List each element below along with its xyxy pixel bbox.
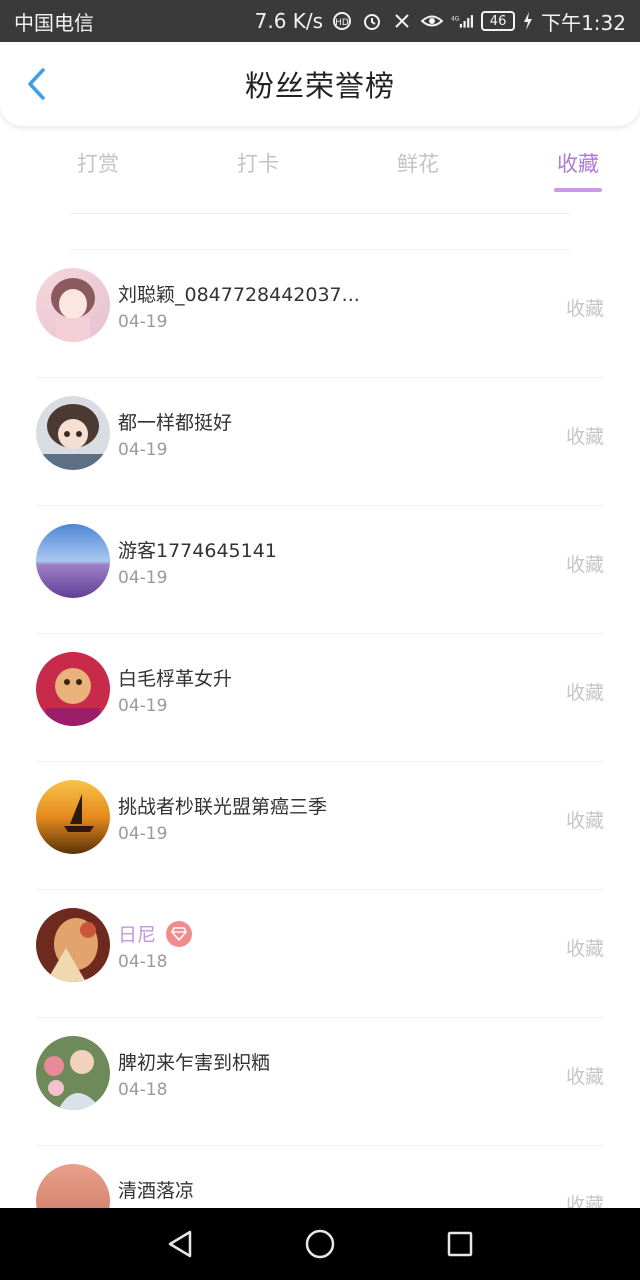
circle-home-icon <box>305 1229 335 1259</box>
page-title: 粉丝荣誉榜 <box>244 69 395 103</box>
user-name-text: 脾初来乍害到枳粞 <box>118 1052 271 1074</box>
user-name: 挑战者杪联光盟第癌三季 <box>118 792 327 819</box>
user-name: 游客1774645141 <box>118 536 277 563</box>
user-name-text: 游客1774645141 <box>118 540 277 562</box>
signal-icon: 4G <box>451 10 474 32</box>
date-label: 04-19 <box>118 312 168 332</box>
nav-back-button[interactable] <box>160 1224 200 1264</box>
alarm-icon <box>361 10 383 32</box>
avatar[interactable] <box>36 908 110 982</box>
favorite-label: 收藏 <box>565 810 604 832</box>
clock: 下午1:32 <box>541 10 626 35</box>
divider <box>70 213 570 214</box>
list-item[interactable]: 脾初来乍害到枳粞 04-18 收藏 <box>36 1018 604 1146</box>
avatar[interactable] <box>36 652 110 726</box>
user-name: 清酒落凉 <box>118 1176 194 1203</box>
tab-favorites[interactable]: 收藏 <box>516 132 640 196</box>
favorite-label: 收藏 <box>565 554 604 576</box>
date-label: 04-19 <box>118 824 168 844</box>
tab-reward[interactable]: 打赏 <box>36 132 160 196</box>
fan-list: 刘聪颖_0847728442037... 04-19 收藏 都一样都挺好 04-… <box>0 250 640 1274</box>
date-label: 04-19 <box>118 440 168 460</box>
list-item[interactable]: 白毛桴革女升 04-19 收藏 <box>36 634 604 762</box>
network-type-label: 4G <box>451 16 460 22</box>
user-name-text: 白毛桴革女升 <box>118 668 233 690</box>
user-name: 刘聪颖_0847728442037... <box>118 280 360 307</box>
diamond-badge-icon <box>166 920 193 947</box>
battery-icon: 46 <box>481 11 516 31</box>
avatar[interactable] <box>36 268 110 342</box>
tab-bar: 打赏 打卡 鲜花 收藏 <box>0 132 640 196</box>
user-name: 日尼 <box>118 920 193 947</box>
triangle-back-icon <box>168 1230 192 1258</box>
favorite-label: 收藏 <box>565 682 604 704</box>
user-name-text: 挑战者杪联光盟第癌三季 <box>118 796 328 818</box>
svg-text:HD: HD <box>335 18 349 28</box>
user-name: 脾初来乍害到枳粞 <box>118 1048 270 1075</box>
user-name-text: 清酒落凉 <box>118 1180 195 1202</box>
back-button[interactable] <box>18 66 54 102</box>
charging-icon <box>523 10 533 32</box>
list-item[interactable]: 都一样都挺好 04-19 收藏 <box>36 378 604 506</box>
avatar[interactable] <box>36 1036 110 1110</box>
nav-recents-button[interactable] <box>440 1224 480 1264</box>
date-label: 04-19 <box>118 568 168 588</box>
carrier-label: 中国电信 <box>14 10 94 35</box>
navigation-bar <box>0 1208 640 1280</box>
user-name-text: 刘聪颖_0847728442037... <box>118 284 360 306</box>
user-name-text: 都一样都挺好 <box>118 412 233 434</box>
avatar[interactable] <box>36 780 110 854</box>
list-item[interactable]: 日尼 04-18 收藏 <box>36 890 604 1018</box>
eye-icon <box>421 10 444 32</box>
square-recents-icon <box>447 1231 473 1257</box>
hd-call-icon: HD <box>331 10 353 32</box>
date-label: 04-18 <box>118 952 168 972</box>
avatar[interactable] <box>36 396 110 470</box>
network-speed: 7.6 K/s <box>254 9 324 33</box>
favorite-label: 收藏 <box>565 938 604 960</box>
list-item[interactable]: 游客1774645141 04-19 收藏 <box>36 506 604 634</box>
nav-home-button[interactable] <box>300 1224 340 1264</box>
tab-flowers[interactable]: 鲜花 <box>356 132 480 196</box>
status-bar: 中国电信 7.6 K/s HD 4G 46 下午1:32 <box>0 0 640 42</box>
tab-checkin[interactable]: 打卡 <box>196 132 320 196</box>
vibrate-off-icon <box>391 10 413 32</box>
header-bar: 粉丝荣誉榜 <box>0 42 640 126</box>
favorite-label: 收藏 <box>565 1066 604 1088</box>
user-name-text: 日尼 <box>118 924 157 946</box>
favorite-label: 收藏 <box>565 298 604 320</box>
favorite-label: 收藏 <box>565 426 604 448</box>
avatar[interactable] <box>36 524 110 598</box>
user-name: 白毛桴革女升 <box>118 664 232 691</box>
date-label: 04-19 <box>118 696 168 716</box>
list-item[interactable]: 挑战者杪联光盟第癌三季 04-19 收藏 <box>36 762 604 890</box>
chevron-left-icon <box>28 68 45 100</box>
status-icons: 7.6 K/s HD 4G 46 下午1:32 <box>255 7 626 36</box>
user-name: 都一样都挺好 <box>118 408 232 435</box>
date-label: 04-18 <box>118 1080 168 1100</box>
list-item[interactable]: 刘聪颖_0847728442037... 04-19 收藏 <box>36 250 604 378</box>
